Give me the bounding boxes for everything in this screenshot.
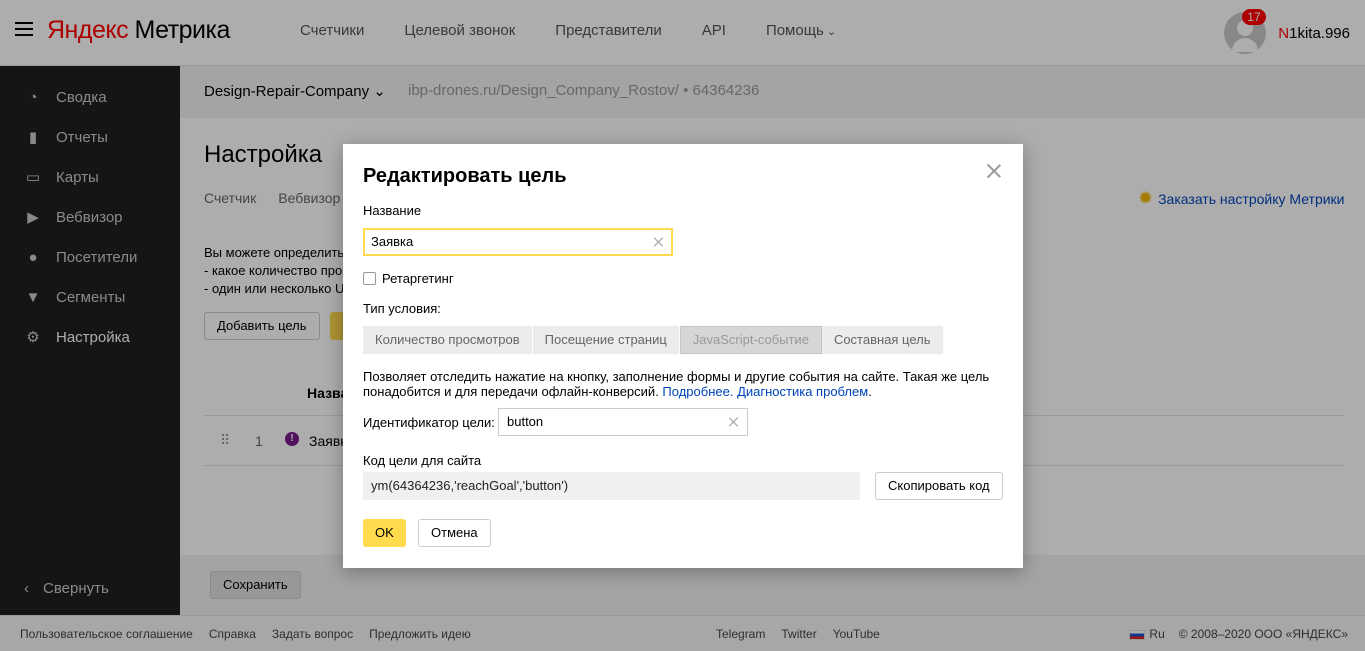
copy-code-button[interactable]: Скопировать код bbox=[875, 472, 1003, 500]
code-label: Код цели для сайта bbox=[363, 453, 482, 468]
dialog-title: Редактировать цель bbox=[363, 165, 567, 187]
condition-option-views[interactable]: Количество просмотров bbox=[363, 326, 533, 354]
retargeting-row: Ретаргетинг bbox=[363, 271, 454, 286]
more-link[interactable]: Подробнее. bbox=[662, 384, 733, 399]
condition-option-pages[interactable]: Посещение страниц bbox=[532, 326, 680, 354]
cancel-button[interactable]: Отмена bbox=[418, 519, 491, 547]
retargeting-label[interactable]: Ретаргетинг bbox=[382, 271, 454, 286]
retargeting-checkbox[interactable] bbox=[363, 272, 376, 285]
edit-goal-dialog: Редактировать цель Название Заявка Ретар… bbox=[343, 144, 1023, 568]
goal-id-input[interactable]: button bbox=[498, 408, 748, 436]
condition-option-composite[interactable]: Составная цель bbox=[821, 326, 944, 354]
goal-name-input[interactable]: Заявка bbox=[363, 228, 673, 256]
goal-id-label: Идентификатор цели: bbox=[363, 415, 495, 430]
goal-code-box[interactable]: ym(64364236,'reachGoal','button') bbox=[363, 472, 860, 500]
name-label: Название bbox=[363, 203, 422, 218]
clear-icon[interactable] bbox=[653, 236, 665, 248]
condition-type-label: Тип условия: bbox=[363, 301, 441, 316]
clear-icon[interactable] bbox=[728, 416, 740, 428]
close-icon[interactable] bbox=[985, 162, 1003, 180]
ok-button[interactable]: OK bbox=[363, 519, 406, 547]
diagnostics-link[interactable]: Диагностика проблем bbox=[737, 384, 868, 399]
condition-help-text: Позволяет отследить нажатие на кнопку, з… bbox=[363, 369, 990, 399]
condition-type-selector: Количество просмотров Посещение страниц … bbox=[363, 326, 944, 354]
condition-option-js-event[interactable]: JavaScript-событие bbox=[679, 326, 822, 354]
